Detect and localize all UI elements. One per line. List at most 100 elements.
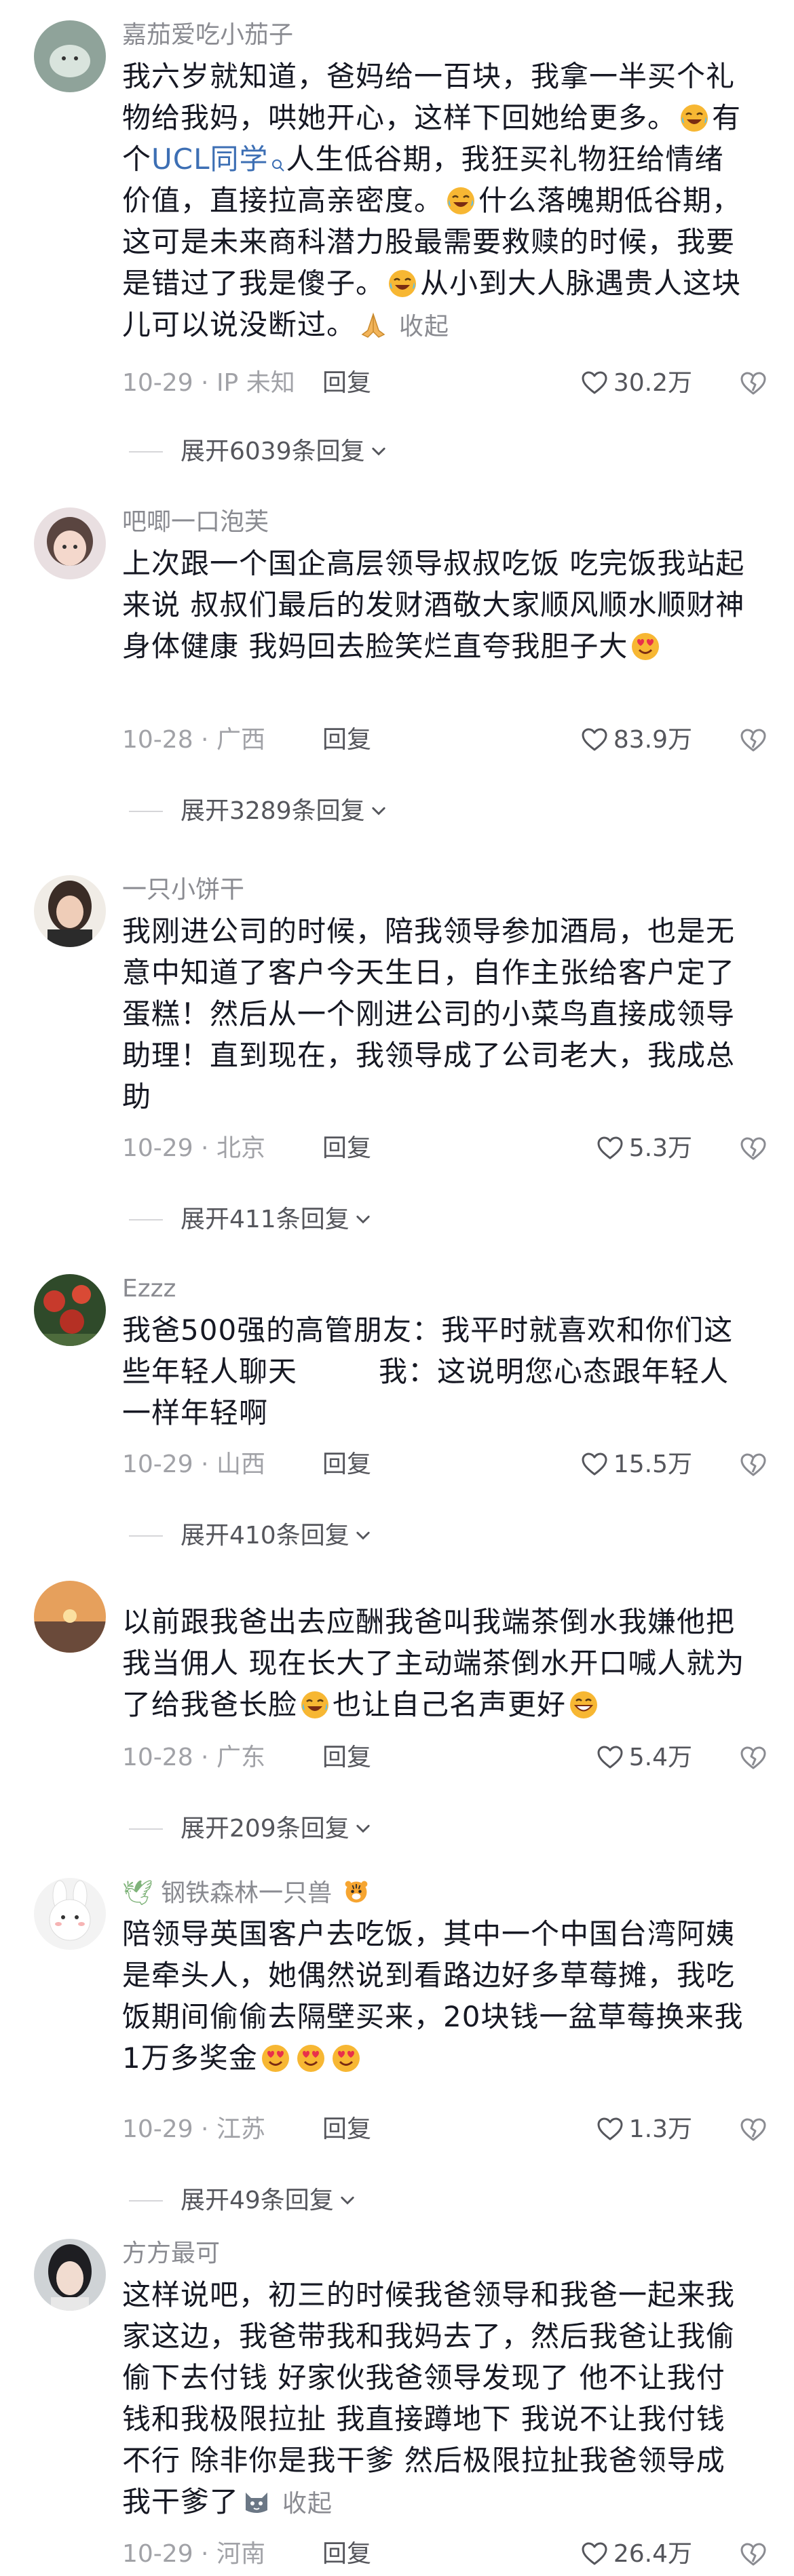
reply-button[interactable]: 回复 xyxy=(322,366,371,400)
heart-outline-icon xyxy=(597,2116,624,2143)
date-location: 10-28 · 广东 xyxy=(122,1744,265,1771)
comment-meta: 10-29 · 江苏 回复 1.3万 xyxy=(122,2113,767,2147)
like-button[interactable]: 83.9万 xyxy=(581,723,692,757)
username[interactable]: 一只小饼干 xyxy=(122,875,244,905)
like-button[interactable]: 5.4万 xyxy=(597,1741,692,1775)
laugh-cry-emoji-icon xyxy=(387,269,417,299)
broken-heart-outline-icon[interactable] xyxy=(740,370,767,398)
like-button[interactable]: 26.4万 xyxy=(581,2537,692,2571)
avatar[interactable] xyxy=(34,1581,106,1653)
divider xyxy=(129,1535,163,1537)
username[interactable]: 方方最可 xyxy=(122,2239,220,2269)
like-count: 1.3万 xyxy=(628,2115,692,2143)
chevron-down-icon xyxy=(338,2191,357,2210)
like-button[interactable]: 1.3万 xyxy=(597,2113,692,2147)
collapse-link[interactable]: 收起 xyxy=(282,2490,333,2518)
divider xyxy=(129,1219,163,1220)
date-location: 10-29 · IP 未知 xyxy=(122,369,295,397)
cat-emoji-icon xyxy=(242,2487,271,2517)
expand-replies-button[interactable]: 展开3289条回复 xyxy=(129,795,388,828)
like-count: 83.9万 xyxy=(613,726,692,754)
broken-heart-outline-icon[interactable] xyxy=(740,1136,767,1163)
like-count: 26.4万 xyxy=(613,2540,692,2568)
username[interactable]: 🕊 钢铁森林一只兽 xyxy=(122,1878,370,1908)
collapse-link[interactable]: 收起 xyxy=(399,313,449,341)
search-link[interactable]: UCL同学 xyxy=(151,142,286,176)
laugh-cry-emoji-icon xyxy=(300,1690,330,1720)
heart-face-emoji-icon xyxy=(296,2043,326,2073)
comment-meta: 10-29 · 北京 回复 5.3万 xyxy=(122,1132,767,1166)
avatar[interactable] xyxy=(34,20,106,92)
heart-outline-icon xyxy=(581,1451,608,1478)
heart-face-emoji-icon xyxy=(261,2043,290,2073)
laugh-cry-emoji-icon xyxy=(679,103,709,133)
date-location: 10-28 · 广西 xyxy=(122,726,265,754)
broken-heart-outline-icon[interactable] xyxy=(740,1745,767,1772)
comment-meta: 10-28 · 广西 回复 83.9万 xyxy=(122,723,767,757)
avatar[interactable] xyxy=(34,2239,106,2311)
username[interactable]: 嘉茄爱吃小茄子 xyxy=(122,20,293,50)
comment-text: 以前跟我爸出去应酬我爸叫我端茶倒水我嫌他把我当佣人 现在长大了主动端茶倒水开口喊… xyxy=(122,1605,745,1721)
like-button[interactable]: 30.2万 xyxy=(581,366,692,400)
heart-outline-icon xyxy=(597,1744,624,1771)
comment-text: 我刚进公司的时候，陪我领导参加酒局，也是无意中知道了客户今天生日，自作主张给客户… xyxy=(122,915,736,1113)
like-count: 5.4万 xyxy=(628,1744,692,1771)
date-location: 10-29 · 江苏 xyxy=(122,2115,265,2143)
expand-replies-button[interactable]: 展开411条回复 xyxy=(129,1204,373,1236)
like-button[interactable]: 5.3万 xyxy=(597,1132,692,1166)
reply-button[interactable]: 回复 xyxy=(322,723,371,757)
comment-text: 上次跟一个国企高层领导叔叔吃饭 吃完饭我站起来说 叔叔们最后的发财酒敬大家顺风顺… xyxy=(122,547,745,663)
expand-replies-button[interactable]: 展开49条回复 xyxy=(129,2185,357,2217)
comment-meta: 10-29 · 河南 回复 26.4万 xyxy=(122,2537,767,2571)
reply-button[interactable]: 回复 xyxy=(322,1741,371,1775)
reply-button[interactable]: 回复 xyxy=(322,1448,371,1482)
heart-outline-icon xyxy=(581,370,608,397)
reply-button[interactable]: 回复 xyxy=(322,2537,371,2571)
username[interactable]: 吧唧一口泡芙 xyxy=(122,507,269,537)
like-count: 5.3万 xyxy=(628,1134,692,1162)
search-icon xyxy=(272,159,285,172)
like-button[interactable]: 15.5万 xyxy=(581,1448,692,1482)
comment-item: 以前跟我爸出去应酬我爸叫我端茶倒水我嫌他把我当佣人 现在长大了主动端茶倒水开口喊… xyxy=(0,1581,794,1879)
expand-replies-button[interactable]: 展开6039条回复 xyxy=(129,436,388,468)
comment-text: 陪领导英国客户去吃饭，其中一个中国台湾阿姨是牵头人，她偶然说到看路边好多草莓摊，… xyxy=(122,1917,744,2075)
laugh-cry-emoji-icon xyxy=(446,186,476,216)
comment-item: 一只小饼干 我刚进公司的时候，陪我领导参加酒局，也是无意中知道了客户今天生日，自… xyxy=(0,875,794,1242)
avatar[interactable] xyxy=(34,1878,106,1950)
tiger-icon xyxy=(343,1878,370,1905)
grin-emoji-icon xyxy=(569,1690,599,1720)
pray-emoji-icon xyxy=(358,310,388,340)
heart-outline-icon xyxy=(581,2541,608,2568)
divider xyxy=(129,2200,163,2202)
reply-button[interactable]: 回复 xyxy=(322,1132,371,1166)
comment-meta: 10-29 · 山西 回复 15.5万 xyxy=(122,1448,767,1482)
avatar[interactable] xyxy=(34,1274,106,1346)
heart-outline-icon xyxy=(597,1135,624,1162)
broken-heart-outline-icon[interactable] xyxy=(740,727,767,754)
divider xyxy=(129,451,163,453)
chevron-down-icon xyxy=(369,802,388,821)
heart-face-emoji-icon xyxy=(331,2043,361,2073)
comment-item: 🕊 钢铁森林一只兽 陪领导英国客户去吃饭，其中一个中国台湾阿姨是牵头人，她偶然说… xyxy=(0,1878,794,2237)
comment-text: 这样说吧，初三的时候我爸领导和我爸一起来我家这边，我爸带我和我妈去了，然后我爸让… xyxy=(122,2278,736,2518)
chevron-down-icon xyxy=(354,1820,373,1839)
date-location: 10-29 · 北京 xyxy=(122,1134,265,1162)
avatar[interactable] xyxy=(34,875,106,947)
chevron-down-icon xyxy=(354,1526,373,1545)
reply-button[interactable]: 回复 xyxy=(322,2113,371,2147)
comment-item: 吧唧一口泡芙 上次跟一个国企高层领导叔叔吃饭 吃完饭我站起来说 叔叔们最后的发财… xyxy=(0,507,794,833)
broken-heart-outline-icon[interactable] xyxy=(740,2541,767,2569)
divider xyxy=(129,1828,163,1830)
expand-replies-button[interactable]: 展开410条回复 xyxy=(129,1520,373,1552)
username[interactable]: Ezzz xyxy=(122,1274,176,1304)
expand-replies-button[interactable]: 展开209条回复 xyxy=(129,1813,373,1845)
broken-heart-outline-icon[interactable] xyxy=(740,1452,767,1479)
divider xyxy=(129,811,163,812)
comment-text: 我六岁就知道，爸妈给一百块，我拿一半买个礼物给我妈，哄她开心，这样下回她给更多。… xyxy=(122,60,742,341)
heart-eyes-emoji-icon xyxy=(630,632,660,661)
avatar[interactable] xyxy=(34,507,106,579)
broken-heart-outline-icon[interactable] xyxy=(740,2117,767,2144)
chevron-down-icon xyxy=(369,442,388,461)
heart-outline-icon xyxy=(581,727,608,754)
comment-item: 方方最可 这样说吧，初三的时候我爸领导和我爸一起来我家这边，我爸带我和我妈去了，… xyxy=(0,2239,794,2576)
